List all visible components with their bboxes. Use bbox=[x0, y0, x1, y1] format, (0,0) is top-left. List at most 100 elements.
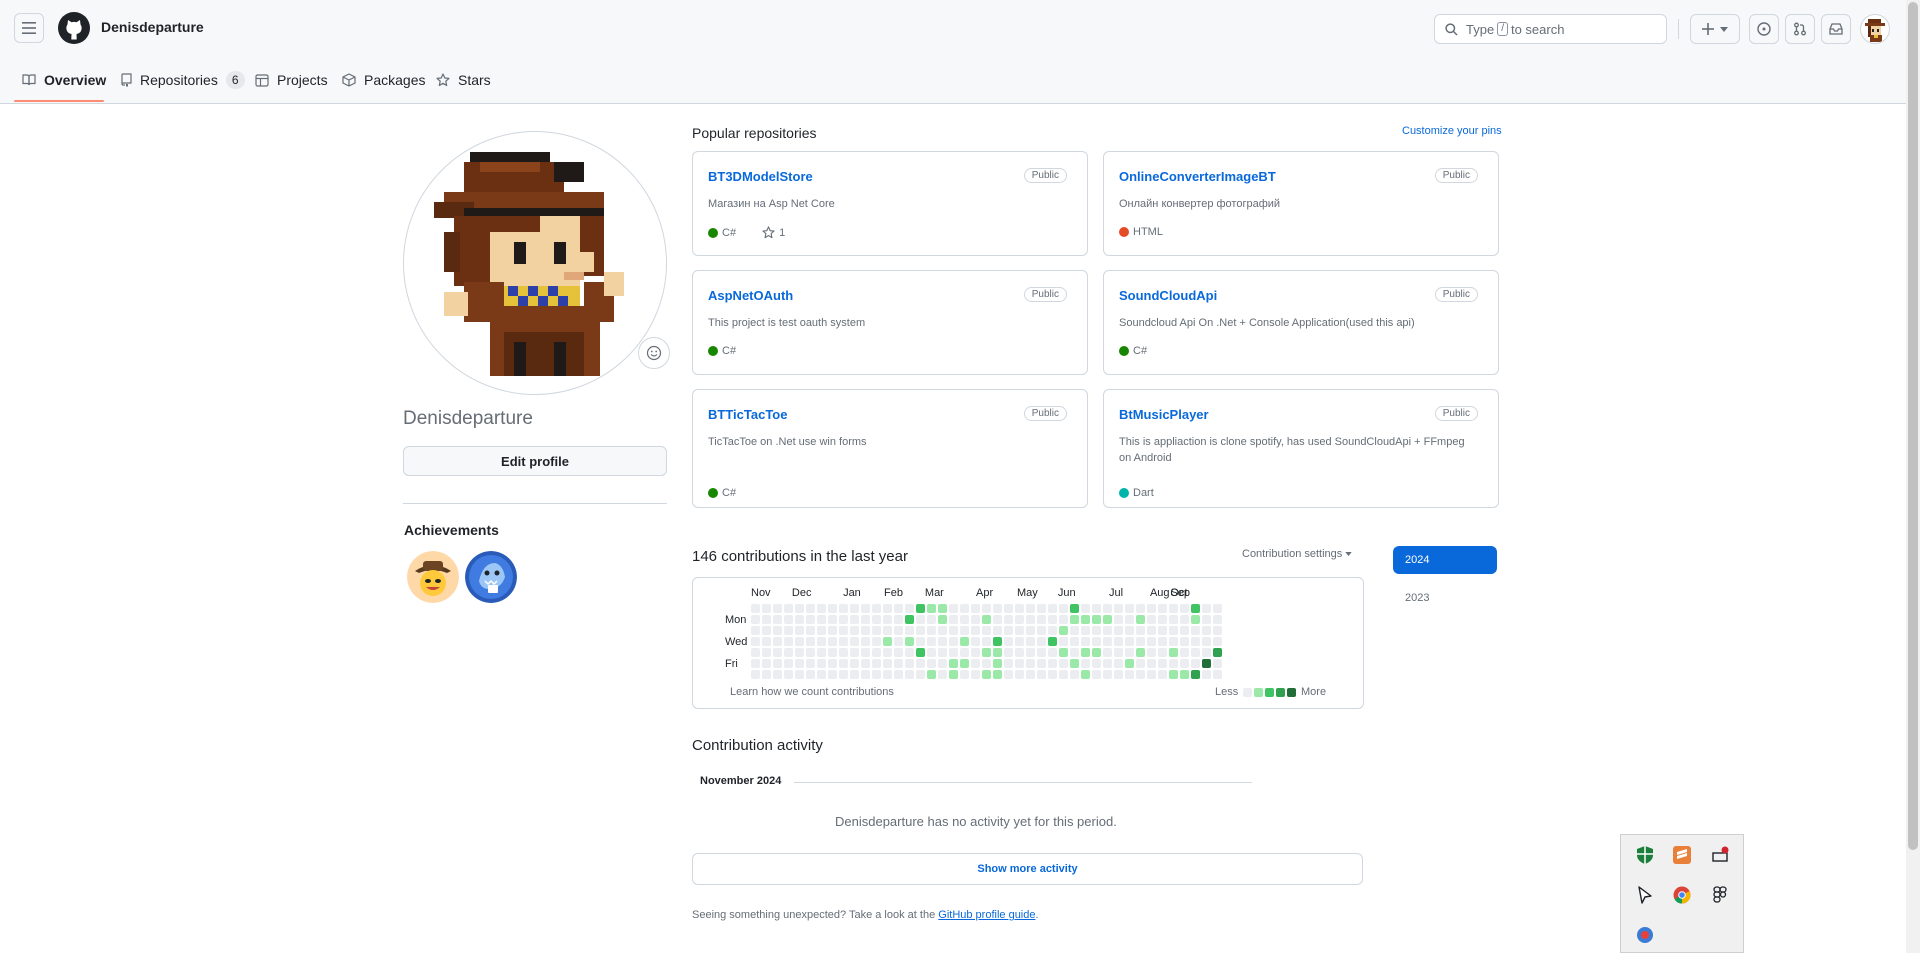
contribution-day-cell[interactable] bbox=[1026, 615, 1035, 624]
contribution-day-cell[interactable] bbox=[1202, 604, 1211, 613]
contribution-day-cell[interactable] bbox=[861, 648, 870, 657]
contribution-day-cell[interactable] bbox=[1004, 637, 1013, 646]
repo-name-link[interactable]: OnlineConverterImageBT bbox=[1119, 169, 1276, 184]
contribution-day-cell[interactable] bbox=[1070, 670, 1079, 679]
contribution-day-cell[interactable] bbox=[938, 626, 947, 635]
contribution-day-cell[interactable] bbox=[1191, 659, 1200, 668]
contribution-day-cell[interactable] bbox=[982, 659, 991, 668]
contribution-day-cell[interactable] bbox=[1169, 615, 1178, 624]
contribution-day-cell[interactable] bbox=[1125, 637, 1134, 646]
contribution-day-cell[interactable] bbox=[817, 626, 826, 635]
contribution-day-cell[interactable] bbox=[751, 637, 760, 646]
contribution-day-cell[interactable] bbox=[916, 615, 925, 624]
contribution-day-cell[interactable] bbox=[960, 626, 969, 635]
contribution-day-cell[interactable] bbox=[927, 670, 936, 679]
contribution-day-cell[interactable] bbox=[894, 604, 903, 613]
contribution-day-cell[interactable] bbox=[949, 604, 958, 613]
contribution-day-cell[interactable] bbox=[1081, 648, 1090, 657]
contribution-day-cell[interactable] bbox=[1103, 659, 1112, 668]
contribution-day-cell[interactable] bbox=[784, 659, 793, 668]
contribution-day-cell[interactable] bbox=[905, 615, 914, 624]
tab-repositories[interactable]: Repositories 6 bbox=[112, 66, 253, 94]
contribution-day-cell[interactable] bbox=[916, 626, 925, 635]
contribution-day-cell[interactable] bbox=[1114, 604, 1123, 613]
contribution-day-cell[interactable] bbox=[850, 626, 859, 635]
contribution-day-cell[interactable] bbox=[795, 659, 804, 668]
contribution-day-cell[interactable] bbox=[1147, 604, 1156, 613]
contribution-day-cell[interactable] bbox=[1158, 615, 1167, 624]
contribution-day-cell[interactable] bbox=[1081, 604, 1090, 613]
contribution-day-cell[interactable] bbox=[1169, 604, 1178, 613]
contribution-day-cell[interactable] bbox=[916, 670, 925, 679]
contribution-day-cell[interactable] bbox=[1048, 626, 1057, 635]
contribution-day-cell[interactable] bbox=[762, 659, 771, 668]
contribution-day-cell[interactable] bbox=[1213, 615, 1222, 624]
contribution-day-cell[interactable] bbox=[1114, 637, 1123, 646]
contribution-day-cell[interactable] bbox=[993, 615, 1002, 624]
contribution-day-cell[interactable] bbox=[883, 648, 892, 657]
contribution-day-cell[interactable] bbox=[1202, 626, 1211, 635]
tray-pointer-icon[interactable] bbox=[1633, 883, 1657, 907]
contribution-day-cell[interactable] bbox=[1169, 648, 1178, 657]
contribution-day-cell[interactable] bbox=[1070, 637, 1079, 646]
contribution-day-cell[interactable] bbox=[1092, 615, 1101, 624]
contribution-day-cell[interactable] bbox=[751, 670, 760, 679]
contribution-day-cell[interactable] bbox=[1114, 615, 1123, 624]
contribution-day-cell[interactable] bbox=[1213, 626, 1222, 635]
contribution-day-cell[interactable] bbox=[861, 670, 870, 679]
contribution-day-cell[interactable] bbox=[1213, 648, 1222, 657]
contribution-day-cell[interactable] bbox=[839, 604, 848, 613]
contribution-day-cell[interactable] bbox=[773, 604, 782, 613]
contribution-day-cell[interactable] bbox=[1136, 670, 1145, 679]
contribution-day-cell[interactable] bbox=[1092, 648, 1101, 657]
contribution-day-cell[interactable] bbox=[1213, 604, 1222, 613]
repo-name-link[interactable]: BtMusicPlayer bbox=[1119, 407, 1209, 422]
contribution-day-cell[interactable] bbox=[1103, 604, 1112, 613]
contribution-day-cell[interactable] bbox=[795, 648, 804, 657]
contribution-day-cell[interactable] bbox=[872, 637, 881, 646]
contribution-day-cell[interactable] bbox=[773, 626, 782, 635]
contribution-day-cell[interactable] bbox=[784, 648, 793, 657]
contribution-day-cell[interactable] bbox=[850, 659, 859, 668]
contribution-day-cell[interactable] bbox=[1125, 626, 1134, 635]
contribution-day-cell[interactable] bbox=[1191, 626, 1200, 635]
contribution-day-cell[interactable] bbox=[949, 637, 958, 646]
contribution-day-cell[interactable] bbox=[883, 604, 892, 613]
contribution-day-cell[interactable] bbox=[883, 615, 892, 624]
contribution-day-cell[interactable] bbox=[1026, 670, 1035, 679]
contribution-day-cell[interactable] bbox=[1114, 670, 1123, 679]
contribution-day-cell[interactable] bbox=[1136, 615, 1145, 624]
contribution-day-cell[interactable] bbox=[828, 648, 837, 657]
contribution-day-cell[interactable] bbox=[938, 604, 947, 613]
contribution-day-cell[interactable] bbox=[883, 670, 892, 679]
contribution-day-cell[interactable] bbox=[1147, 626, 1156, 635]
contribution-day-cell[interactable] bbox=[960, 670, 969, 679]
tray-chrome-icon[interactable] bbox=[1670, 883, 1694, 907]
contribution-day-cell[interactable] bbox=[1048, 615, 1057, 624]
contribution-day-cell[interactable] bbox=[1147, 648, 1156, 657]
contribution-day-cell[interactable] bbox=[773, 615, 782, 624]
contribution-day-cell[interactable] bbox=[1180, 637, 1189, 646]
contribution-day-cell[interactable] bbox=[751, 659, 760, 668]
contribution-day-cell[interactable] bbox=[1026, 637, 1035, 646]
contribution-day-cell[interactable] bbox=[1037, 659, 1046, 668]
contribution-day-cell[interactable] bbox=[1202, 648, 1211, 657]
contribution-day-cell[interactable] bbox=[1158, 648, 1167, 657]
contribution-day-cell[interactable] bbox=[1169, 670, 1178, 679]
contribution-day-cell[interactable] bbox=[894, 670, 903, 679]
contribution-day-cell[interactable] bbox=[1202, 615, 1211, 624]
contribution-day-cell[interactable] bbox=[1213, 659, 1222, 668]
contribution-day-cell[interactable] bbox=[1004, 648, 1013, 657]
repo-stars-link[interactable]: 1 bbox=[762, 226, 785, 239]
contribution-day-cell[interactable] bbox=[1202, 637, 1211, 646]
contribution-day-cell[interactable] bbox=[949, 626, 958, 635]
user-avatar-menu[interactable] bbox=[1860, 14, 1890, 44]
contribution-day-cell[interactable] bbox=[905, 670, 914, 679]
contribution-day-cell[interactable] bbox=[1037, 648, 1046, 657]
contribution-day-cell[interactable] bbox=[960, 648, 969, 657]
contribution-day-cell[interactable] bbox=[949, 615, 958, 624]
contribution-day-cell[interactable] bbox=[905, 659, 914, 668]
contribution-day-cell[interactable] bbox=[1015, 615, 1024, 624]
contribution-day-cell[interactable] bbox=[1136, 648, 1145, 657]
contribution-day-cell[interactable] bbox=[1158, 604, 1167, 613]
